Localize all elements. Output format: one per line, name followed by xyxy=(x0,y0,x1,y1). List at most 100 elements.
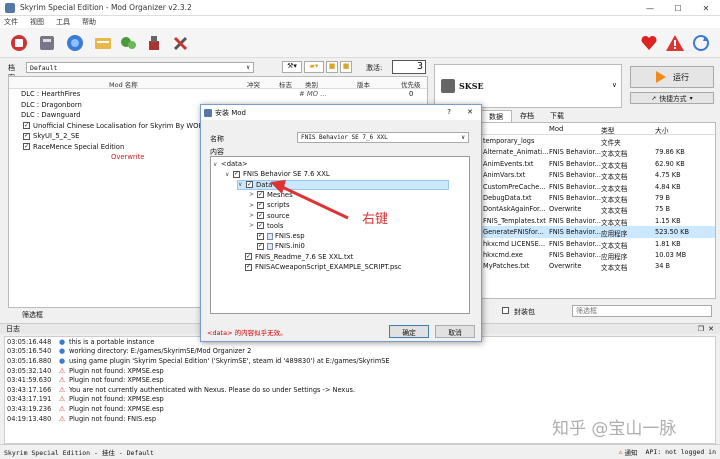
menu-help[interactable]: 帮助 xyxy=(82,17,96,27)
mod-row[interactable]: DLC : HearthFires # MO ... 0 xyxy=(9,89,427,100)
menu-tools[interactable]: 工具 xyxy=(56,17,70,27)
profile-select[interactable]: Default ∨ xyxy=(26,62,254,73)
file-mod: Overwrite xyxy=(549,262,582,271)
file-mod: FNIS Behavior... xyxy=(549,148,601,157)
file-row[interactable]: DebugData.txt FNIS Behavior... 文本文档 79 B xyxy=(481,192,715,204)
log-entry[interactable]: 03:05:16.540 ● working directory: E:/games… xyxy=(5,347,715,357)
watermark: 知乎 @宝山一脉 xyxy=(552,419,677,439)
expand-arrow-icon[interactable]: > xyxy=(249,222,257,229)
col-mod[interactable]: Mod xyxy=(549,125,563,133)
file-row[interactable]: MyPatches.txt Overwrite 文本文档 34 B xyxy=(481,260,715,272)
tab-data[interactable]: 数据 xyxy=(480,110,512,122)
tools-plugin-icon[interactable] xyxy=(144,32,166,54)
file-row[interactable]: hkxcmd LICENSE... FNIS Behavior... 文本文档 1.8… xyxy=(481,238,715,250)
install-mod-icon[interactable] xyxy=(8,32,30,54)
expand-arrow-icon[interactable]: ∨ xyxy=(213,161,221,168)
col-category[interactable]: 类别 xyxy=(305,79,318,89)
tree-node[interactable]: ✓ FNIS.esp xyxy=(249,231,305,241)
log-entry[interactable]: 03:43:19.236 ⚠ Plugin not found: XPMSE.esp xyxy=(5,404,715,414)
file-row[interactable]: Alternate_Animati... FNIS Behavior... 文本文档… xyxy=(481,146,715,158)
active-label: 激活: xyxy=(366,64,383,72)
executable-select[interactable]: SKSE ∨ xyxy=(434,64,622,108)
col-size[interactable]: 大小 xyxy=(655,125,669,135)
file-row[interactable]: AnimVars.txt FNIS Behavior... 文本文档 4.75 KB xyxy=(481,169,715,181)
folder-open-icon[interactable]: ▰▾ xyxy=(304,61,324,73)
tree-checkbox[interactable]: ✓ xyxy=(257,232,264,240)
problems-warning-icon[interactable] xyxy=(664,32,686,54)
executables-icon[interactable] xyxy=(118,32,140,54)
shortcut-button[interactable]: ➚ 快捷方式 ▾ xyxy=(630,92,714,104)
executable-name: SKSE xyxy=(459,81,484,91)
menu-file[interactable]: 文件 xyxy=(4,17,18,27)
tree-checkbox[interactable]: ✓ xyxy=(246,181,253,189)
endorse-heart-icon[interactable] xyxy=(638,32,660,54)
file-size: 79 B xyxy=(655,193,671,202)
mod-checkbox[interactable]: ✓ xyxy=(23,132,30,140)
data-filter-input[interactable]: 筛选框 xyxy=(572,305,712,317)
file-row[interactable]: temporary_logs 文件夹 xyxy=(481,135,715,147)
menu-view[interactable]: 视图 xyxy=(30,17,44,27)
expand-arrow-icon[interactable]: > xyxy=(249,191,257,198)
tree-node[interactable]: ✓ FNIS_Readme_7.6 SE XXL.txt xyxy=(237,252,353,262)
notify-label[interactable]: 通知 xyxy=(625,447,638,457)
log-entry[interactable]: 03:43:17.166 ⚠ You are not currently authe… xyxy=(5,385,715,395)
file-row[interactable]: AnimEvents.txt FNIS Behavior... 文本文档 62.90 … xyxy=(481,158,715,170)
status-text: Skyrim Special Edition - 挂住 - Default xyxy=(4,449,154,457)
run-button[interactable]: 运行 xyxy=(630,66,714,88)
mod-name-input[interactable]: FNIS Behavior SE 7_6 XXL ∨ xyxy=(297,132,469,143)
tab-downloads[interactable]: 下载 xyxy=(542,110,572,122)
expand-arrow-icon[interactable]: > xyxy=(249,202,257,209)
archive-checkbox[interactable] xyxy=(502,307,509,314)
log-entry[interactable]: 03:43:17.191 ⚠ Plugin not found: XPMSE.esp xyxy=(5,395,715,405)
tree-checkbox[interactable]: ✓ xyxy=(257,242,264,250)
mod-checkbox[interactable]: ✓ xyxy=(23,143,30,151)
nexus-globe-icon[interactable] xyxy=(64,32,86,54)
backup-icon[interactable]: ■ xyxy=(326,61,338,73)
tree-checkbox[interactable]: ✓ xyxy=(245,263,252,271)
tree-node[interactable]: ✓ FNIS.ini0 xyxy=(249,241,305,251)
log-restore-icon[interactable]: ❐ xyxy=(698,325,704,333)
cancel-button[interactable]: 取消 xyxy=(435,325,475,338)
tree-node[interactable]: ∨ <data> xyxy=(213,159,248,169)
ok-button[interactable]: 确定 xyxy=(389,325,429,338)
settings-wrench-icon[interactable] xyxy=(170,32,192,54)
col-type[interactable]: 类型 xyxy=(601,125,615,135)
expand-arrow-icon[interactable]: ∨ xyxy=(238,181,246,188)
col-version[interactable]: 版本 xyxy=(357,79,370,89)
expand-arrow-icon[interactable]: > xyxy=(249,212,257,219)
col-conflicts[interactable]: 冲突 xyxy=(247,79,260,89)
col-mod-name[interactable]: Mod 名称 xyxy=(109,79,138,89)
expand-arrow-icon[interactable]: ∨ xyxy=(225,171,233,178)
maximize-button[interactable]: ☐ xyxy=(664,0,692,16)
close-button[interactable]: ✕ xyxy=(692,0,720,16)
minimize-button[interactable]: — xyxy=(636,0,664,16)
tree-checkbox[interactable]: ✓ xyxy=(233,170,240,178)
file-row[interactable]: hkxcmd.exe FNIS Behavior... 应用程序 10.03 MB xyxy=(481,249,715,261)
tab-saves[interactable]: 存档 xyxy=(512,110,542,122)
file-row[interactable]: GenerateFNISfor... FNIS Behavior... 应用程序 52… xyxy=(481,226,715,238)
file-name: temporary_logs xyxy=(483,137,535,145)
file-row[interactable]: CustomPreCache... FNIS Behavior... 文本文档 4.8… xyxy=(481,181,715,193)
col-flags[interactable]: 标志 xyxy=(279,79,292,89)
mod-checkbox[interactable]: ✓ xyxy=(23,122,30,130)
dialog-close-button[interactable]: ✕ xyxy=(467,108,473,116)
ini-editor-icon[interactable] xyxy=(92,32,114,54)
log-entry[interactable]: 03:41:59.630 ⚠ Plugin not found: XPMSE.esp xyxy=(5,375,715,385)
mod-list-header: Mod 名称 冲突 标志 类别 版本 优先级 xyxy=(9,77,427,89)
log-close-icon[interactable]: ✕ xyxy=(708,325,714,333)
log-entry[interactable]: 03:05:16.880 ● using game plugin 'Skyrim S… xyxy=(5,356,715,366)
tree-node[interactable]: ✓ FNISACweaponScript_EXAMPLE_SCRIPT.psc xyxy=(237,262,402,272)
file-row[interactable]: FNIS_Templates.txt FNIS Behavior... 文本文档 1.… xyxy=(481,215,715,227)
help-button[interactable]: ? xyxy=(447,108,451,116)
sort-icon[interactable]: ⚒▾ xyxy=(282,61,302,73)
restore-icon[interactable]: ■ xyxy=(340,61,352,73)
log-entry[interactable]: 03:05:32.140 ⚠ Plugin not found: XPMSE.esp xyxy=(5,366,715,376)
file-row[interactable]: DontAskAgainFor... Overwrite 文本文档 75 B xyxy=(481,203,715,215)
filter-label[interactable]: 筛选框 xyxy=(22,310,43,320)
notify-icon[interactable]: ⚠ xyxy=(618,448,622,456)
col-priority[interactable]: 优先级 xyxy=(401,79,421,89)
update-icon[interactable] xyxy=(690,32,712,54)
profiles-icon[interactable] xyxy=(36,32,58,54)
log-time: 03:43:17.166 xyxy=(7,385,52,394)
tree-checkbox[interactable]: ✓ xyxy=(245,253,252,261)
